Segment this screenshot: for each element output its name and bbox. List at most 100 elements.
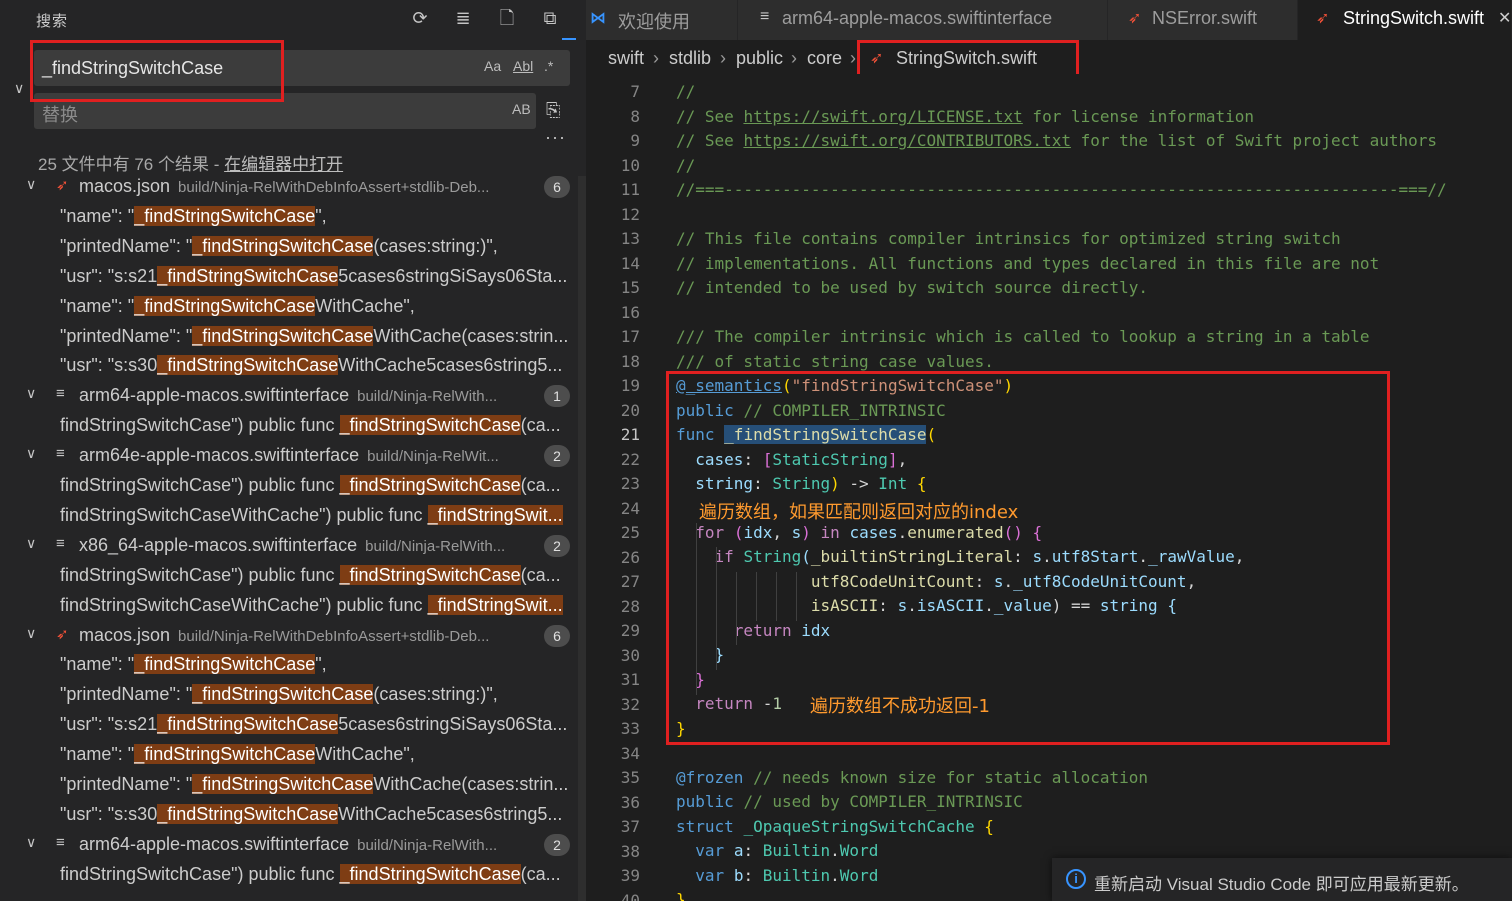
close-icon[interactable]: ✕ — [1498, 8, 1511, 28]
code-line: // See https://swift.org/CONTRIBUTORS.tx… — [676, 131, 1437, 150]
tab-arm64-swiftinterface[interactable]: ≡ arm64-apple-macos.swiftinterface — [738, 0, 1108, 40]
chevron-down-icon[interactable]: ∨ — [26, 176, 36, 193]
indent-guide — [716, 547, 717, 670]
breadcrumb-item[interactable]: swift — [608, 48, 644, 69]
result-match-row[interactable]: "usr": "s:s21_findStringSwitchCase5cases… — [0, 262, 586, 292]
result-match-row[interactable]: findStringSwitchCase") public func _find… — [0, 561, 586, 591]
result-file-row[interactable]: ∨ ≡ arm64-apple-macos.swiftinterface build/… — [0, 830, 586, 860]
code-line: } — [676, 719, 686, 738]
tab-stringswitch-swift[interactable]: ➶ StringSwitch.swift ✕ — [1298, 0, 1512, 40]
code-line: utf8CodeUnitCount: s._utf8CodeUnitCount, — [810, 572, 1197, 591]
result-match-row[interactable]: "name": "_findStringSwitchCaseWithCache"… — [0, 292, 586, 322]
preserve-case-toggle[interactable]: AB — [512, 101, 531, 117]
result-match-row[interactable]: findStringSwitchCaseWithCache") public f… — [0, 591, 586, 621]
breadcrumb-item[interactable]: public — [736, 48, 783, 69]
match-highlight: _findStringSwitchCase — [134, 205, 316, 226]
match-highlight: _findStringSwit... — [427, 594, 563, 615]
result-match-row[interactable]: findStringSwitchCase") public func _find… — [0, 860, 586, 890]
code-editor[interactable]: 7 8 9 10 11 12 13 14 15 16 17 18 19 20 21 22 23 24 25 26 27 2… — [586, 74, 1512, 901]
file-name: arm64-apple-macos.swiftinterface — [79, 385, 350, 406]
tab-label: NSError.swift — [1152, 8, 1258, 28]
result-match-row[interactable]: "name": "_findStringSwitchCase", — [0, 202, 586, 232]
result-match-row[interactable]: "usr": "s:s30_findStringSwitchCaseWithCa… — [0, 351, 586, 381]
match-text: "printedName": "_findStringSwitchCase(ca… — [60, 235, 586, 257]
result-match-row[interactable]: "name": "_findStringSwitchCaseWithCache"… — [0, 740, 586, 770]
collapse-all-icon[interactable]: ⧉ — [538, 6, 562, 30]
results-scrollbar[interactable] — [578, 176, 586, 901]
code-line: isASCII: s.isASCII._value) == string { — [810, 596, 1177, 615]
replace-all-icon[interactable]: ⎘ — [546, 100, 560, 121]
chevron-down-icon[interactable]: ∨ — [26, 385, 36, 402]
match-highlight: _findStringSwitchCase — [157, 355, 339, 376]
chevron-down-icon[interactable]: ∨ — [26, 834, 36, 851]
line-number: 30 — [620, 645, 640, 665]
breadcrumb-item[interactable]: StringSwitch.swift — [896, 48, 1037, 69]
match-count-badge: 2 — [544, 833, 570, 856]
breadcrumb-separator-icon: › — [791, 48, 797, 68]
match-context: "name": " — [60, 654, 135, 675]
toggle-replace-chevron-icon[interactable]: ∨ — [14, 80, 24, 97]
use-regex-toggle[interactable]: .* — [544, 58, 553, 74]
tab-nserror-swift[interactable]: ➶ NSError.swift — [1108, 0, 1298, 40]
result-file-row[interactable]: ∨ ≡ x86_64-apple-macos.swiftinterface build… — [0, 531, 586, 561]
line-number: 25 — [620, 523, 640, 542]
result-file-row[interactable]: ∨ ➶ macos.json build/Ninja-RelWithDebInfoAs… — [0, 621, 586, 651]
match-context: findStringSwitchCaseWithCache") public f… — [60, 504, 428, 525]
result-file-row[interactable]: ∨ ≡ arm64e-apple-macos.swiftinterface build… — [0, 441, 586, 471]
match-text: "printedName": "_findStringSwitchCase(ca… — [60, 684, 586, 705]
annotation-loop-match: 遍历数组，如果匹配则返回对应的index — [699, 502, 1019, 523]
breadcrumb-item[interactable]: core — [807, 48, 842, 69]
file-path: build/Ninja-RelWith... — [365, 537, 506, 555]
result-file-name: macos.json build/Ninja-RelWithDebInfoAsse… — [79, 625, 489, 646]
code-line: var b: Builtin.Word — [695, 866, 879, 885]
chevron-down-icon[interactable]: ∨ — [26, 625, 36, 642]
line-number: 37 — [620, 817, 640, 836]
more-options-icon[interactable]: ··· — [545, 127, 566, 148]
replace-input[interactable]: 替换 AB — [34, 93, 536, 129]
line-number: 34 — [620, 743, 640, 763]
search-input[interactable]: _findStringSwitchCase Aa Abl .* — [34, 50, 570, 86]
tab-welcome[interactable]: ⋈ 欢迎使用 — [586, 0, 738, 40]
vscode-icon: ⋈ — [590, 10, 606, 27]
result-match-row[interactable]: "printedName": "_findStringSwitchCaseWit… — [0, 770, 586, 800]
match-context: WithCache(cases:strin... — [373, 774, 569, 794]
swift-icon: ➶ — [56, 177, 69, 194]
result-match-row[interactable]: "printedName": "_findStringSwitchCase(ca… — [0, 232, 586, 262]
update-notification[interactable]: i 重新启动 Visual Studio Code 即可应用最新更新。 — [1052, 858, 1512, 901]
breadcrumb-item[interactable]: stdlib — [669, 48, 711, 69]
refresh-icon[interactable]: ⟳ — [408, 6, 432, 30]
result-match-row[interactable]: findStringSwitchCase") public func _find… — [0, 471, 586, 501]
line-number: 19 — [620, 376, 640, 395]
new-search-editor-icon[interactable]: 🗋 — [495, 6, 519, 30]
result-match-row[interactable]: "printedName": "_findStringSwitchCaseWit… — [0, 322, 586, 352]
result-match-row[interactable]: findStringSwitchCaseWithCache") public f… — [0, 501, 586, 531]
result-file-row[interactable]: ∨ ≡ arm64-apple-macos.swiftinterface build/… — [0, 381, 586, 411]
match-highlight: _findStringSwitchCase — [134, 654, 316, 675]
match-whole-word-toggle[interactable]: Abl — [513, 58, 533, 74]
match-case-toggle[interactable]: Aa — [484, 58, 501, 74]
result-file-name: x86_64-apple-macos.swiftinterface build/N… — [79, 535, 505, 556]
clear-results-icon[interactable]: ≣ — [451, 6, 475, 30]
line-number: 40 — [620, 890, 640, 901]
replace-input-placeholder: 替换 — [42, 105, 78, 125]
result-match-row[interactable]: "usr": "s:s21_findStringSwitchCase5cases… — [0, 710, 586, 740]
code-line: func _findStringSwitchCase( — [676, 425, 937, 444]
match-count-badge: 2 — [544, 445, 570, 468]
code-line: } — [676, 890, 686, 901]
chevron-down-icon[interactable]: ∨ — [26, 535, 36, 552]
match-context: 5cases6stringSiSays06Sta... — [338, 265, 568, 286]
result-match-row[interactable]: findStringSwitchCase") public func _find… — [0, 411, 586, 441]
result-file-row[interactable]: ∨ ➶ macos.json build/Ninja-RelWithDebInfoAs… — [0, 172, 586, 202]
match-text: findStringSwitchCase") public func _find… — [60, 475, 586, 496]
result-match-row[interactable]: "printedName": "_findStringSwitchCase(ca… — [0, 680, 586, 710]
line-number: 23 — [620, 474, 640, 493]
match-context: findStringSwitchCase") public func — [60, 564, 340, 585]
chevron-down-icon[interactable]: ∨ — [26, 445, 36, 462]
line-number: 29 — [620, 621, 640, 640]
match-text: findStringSwitchCaseWithCache") public f… — [60, 594, 586, 616]
match-text: "printedName": "_findStringSwitchCaseWit… — [60, 325, 586, 347]
result-match-row[interactable]: "name": "_findStringSwitchCase", — [0, 650, 586, 680]
result-match-row[interactable]: "usr": "s:s30_findStringSwitchCaseWithCa… — [0, 800, 586, 830]
line-number: 16 — [620, 302, 640, 322]
match-highlight: _findStringSwitchCase — [134, 744, 316, 765]
